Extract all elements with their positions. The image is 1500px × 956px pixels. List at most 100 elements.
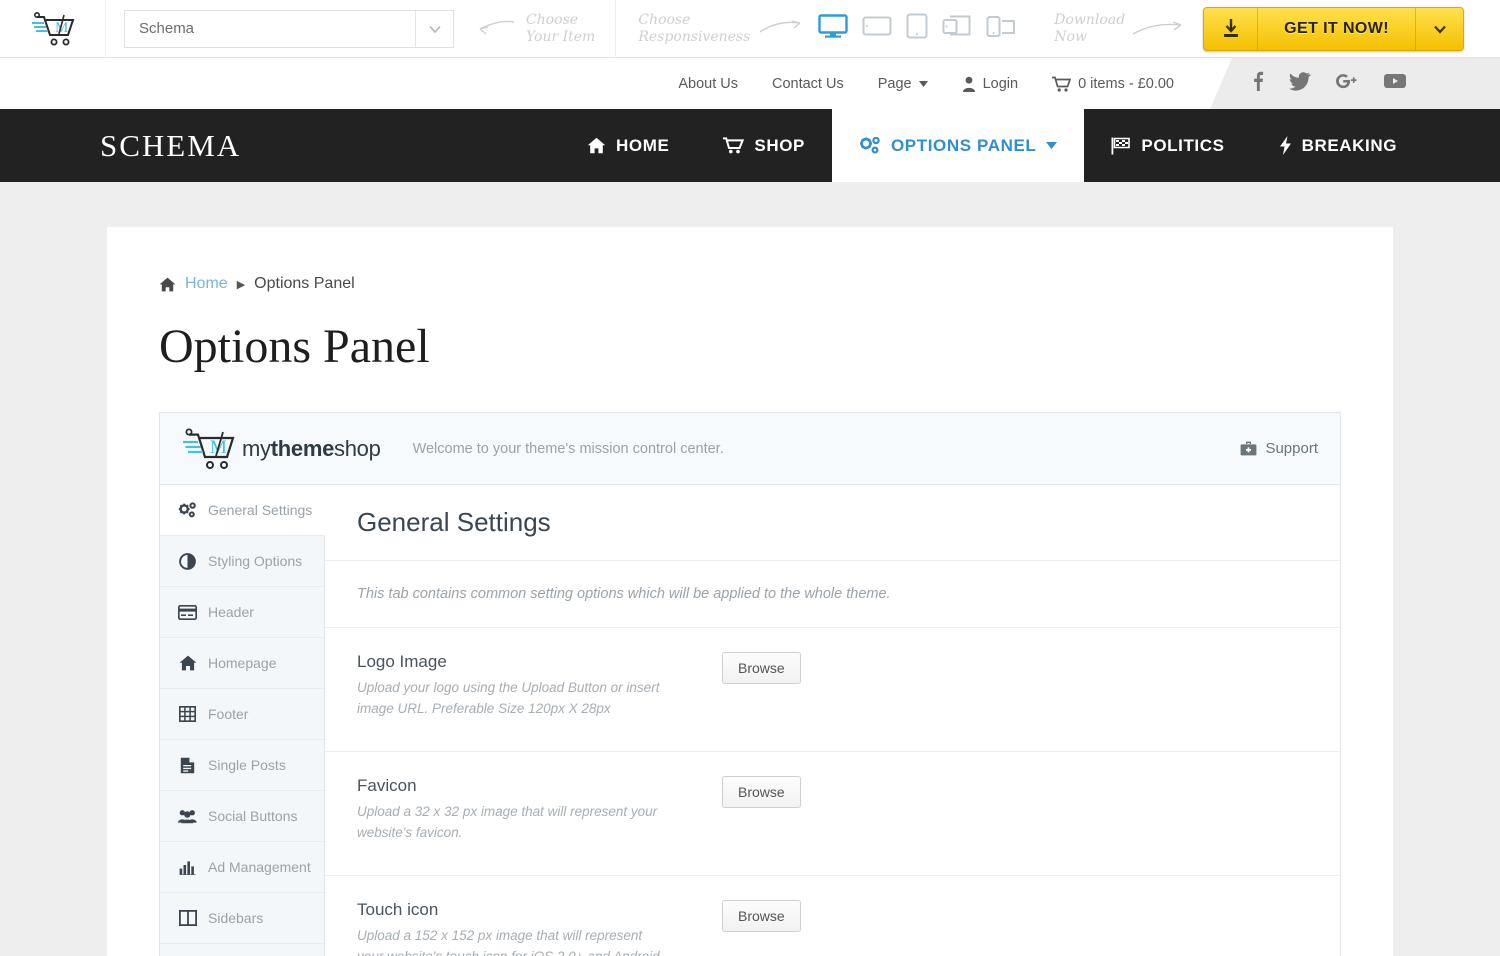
arrow-right-icon — [1131, 18, 1185, 40]
nav-item-shop[interactable]: SHOP — [696, 109, 832, 182]
nav-item-politics[interactable]: POLITICS — [1084, 109, 1251, 182]
sidebar-item-general-settings[interactable]: General Settings — [160, 485, 325, 536]
options-panel-main: General Settings This tab contains commo… — [325, 485, 1340, 956]
setting-help-touch-icon: Upload a 152 x 152 px image that will re… — [357, 925, 662, 956]
desktop-icon[interactable] — [818, 14, 848, 43]
secondary-nav-links: About Us Contact Us Page Login 0 items -… — [678, 76, 1174, 92]
cart-icon — [723, 137, 744, 154]
note-choose-responsiveness: Choose Responsiveness — [638, 12, 804, 46]
setting-label-group: Logo Image Upload your logo using the Up… — [357, 652, 697, 727]
facebook-icon[interactable] — [1248, 71, 1266, 96]
mythemeshop-logo: M mythemeshop — [182, 427, 381, 471]
mythemeshop-cart-icon: M — [182, 427, 238, 471]
nav-login-label: Login — [983, 76, 1018, 92]
site-brand[interactable]: SCHEMA — [0, 109, 560, 182]
setting-label-group: Favicon Upload a 32 x 32 px image that w… — [357, 776, 697, 851]
sidebar-item-styling-options[interactable]: Styling Options — [160, 536, 324, 587]
sidebar-item-sidebars[interactable]: Sidebars — [160, 893, 324, 944]
nav-page-label: Page — [878, 76, 912, 92]
setting-control-group: Browse — [697, 900, 801, 956]
sidebar-item-homepage[interactable]: Homepage — [160, 638, 324, 689]
twitter-icon[interactable] — [1289, 71, 1311, 96]
download-icon — [1204, 8, 1258, 50]
breadcrumb-separator: ▶ — [237, 278, 245, 291]
page-background: Home ▶ Options Panel Options Panel M — [0, 182, 1500, 956]
arrow-right-icon — [758, 18, 804, 40]
note-choose-your-item: Choose Your Item — [476, 12, 595, 46]
nav-page-dropdown[interactable]: Page — [878, 76, 928, 92]
chevron-down-icon[interactable] — [1415, 8, 1463, 50]
responsive-device-switcher[interactable] — [818, 13, 1016, 44]
tablet-landscape-icon[interactable] — [942, 14, 972, 43]
setting-help-favicon: Upload a 32 x 32 px image that will repr… — [357, 801, 662, 843]
briefcase-icon — [1240, 441, 1257, 456]
options-panel-body: General Settings Styling Options Header — [160, 485, 1340, 956]
nav-item-home[interactable]: HOME — [560, 109, 696, 182]
setting-control-group: Browse — [697, 652, 801, 727]
nav-contact-us-label: Contact Us — [772, 76, 844, 92]
note-download-now-text: Download Now — [1054, 12, 1125, 46]
note-download-now: Download Now — [1054, 12, 1185, 46]
sidebar-item-single-posts[interactable]: Single Posts — [160, 740, 324, 791]
tablet-icon[interactable] — [906, 13, 928, 44]
note-choose-your-item-text: Choose Your Item — [526, 12, 595, 46]
nav-item-breaking[interactable]: BREAKING — [1252, 109, 1424, 182]
welcome-message: Welcome to your theme's mission control … — [413, 441, 724, 457]
nav-login[interactable]: Login — [962, 76, 1018, 92]
logo-text-theme: theme — [271, 436, 334, 461]
sidebar-item-footer[interactable]: Footer — [160, 689, 324, 740]
adjust-contrast-icon — [178, 553, 197, 570]
get-it-now-button[interactable]: GET IT NOW! — [1203, 7, 1464, 51]
nav-cart[interactable]: 0 items - £0.00 — [1052, 76, 1174, 92]
google-plus-icon[interactable] — [1334, 71, 1360, 96]
table-icon — [178, 706, 197, 722]
setting-name-favicon: Favicon — [357, 776, 697, 796]
sidebar-item-footer-label: Footer — [208, 706, 248, 722]
setting-control-group: Browse — [697, 776, 801, 851]
get-it-now-label: GET IT NOW! — [1258, 8, 1415, 50]
mythemeshop-cart-icon: M — [31, 11, 75, 47]
sidebar-item-single-posts-label: Single Posts — [208, 757, 286, 773]
browse-button-touch-icon[interactable]: Browse — [722, 900, 801, 932]
social-links — [1210, 58, 1500, 109]
sidebar-item-social-buttons[interactable]: Social Buttons — [160, 791, 324, 842]
columns-icon — [178, 910, 197, 926]
sidebar-item-ad-management[interactable]: Ad Management — [160, 842, 324, 893]
nav-item-options-panel[interactable]: OPTIONS PANEL — [832, 109, 1084, 182]
nav-item-home-label: HOME — [616, 136, 669, 156]
breadcrumb-home-link[interactable]: Home — [185, 275, 228, 293]
nav-item-breaking-label: BREAKING — [1302, 136, 1397, 156]
cart-icon — [1052, 76, 1071, 92]
note-choose-responsiveness-text: Choose Responsiveness — [638, 12, 750, 46]
setting-name-touch-icon: Touch icon — [357, 900, 697, 920]
laptop-icon[interactable] — [862, 15, 892, 42]
caret-down-icon — [1046, 142, 1057, 149]
settings-section-description: This tab contains common setting options… — [325, 561, 1340, 628]
sidebar-item-homepage-label: Homepage — [208, 655, 277, 671]
browse-button-logo-image[interactable]: Browse — [722, 652, 801, 684]
support-link[interactable]: Support — [1240, 440, 1318, 457]
theme-select[interactable]: Schema — [124, 10, 454, 48]
options-panel-header: M mythemeshop Welcome to your theme's mi… — [160, 413, 1340, 485]
home-icon — [159, 277, 176, 292]
mobile-icon[interactable] — [986, 14, 1016, 43]
nav-contact-us[interactable]: Contact Us — [772, 76, 844, 92]
breadcrumb-current: Options Panel — [254, 275, 355, 293]
setting-row-logo-image: Logo Image Upload your logo using the Up… — [325, 628, 1340, 752]
file-text-icon — [178, 757, 197, 774]
setting-row-touch-icon: Touch icon Upload a 152 x 152 px image t… — [325, 876, 1340, 956]
nav-cart-label: 0 items - £0.00 — [1078, 76, 1174, 92]
sidebar-item-header-label: Header — [208, 604, 254, 620]
mythemeshop-logo[interactable]: M — [0, 0, 106, 58]
sliders-icon — [859, 137, 881, 155]
chevron-down-icon[interactable] — [415, 11, 453, 47]
youtube-icon[interactable] — [1383, 72, 1407, 95]
bar-chart-icon — [178, 859, 197, 875]
theme-select-value: Schema — [125, 20, 415, 37]
demo-toolbar: M Schema Choose Your Item Choose Respons… — [0, 0, 1500, 58]
nav-about-us-label: About Us — [678, 76, 738, 92]
nav-item-politics-label: POLITICS — [1141, 136, 1224, 156]
nav-about-us[interactable]: About Us — [678, 76, 738, 92]
sidebar-item-header[interactable]: Header — [160, 587, 324, 638]
browse-button-favicon[interactable]: Browse — [722, 776, 801, 808]
